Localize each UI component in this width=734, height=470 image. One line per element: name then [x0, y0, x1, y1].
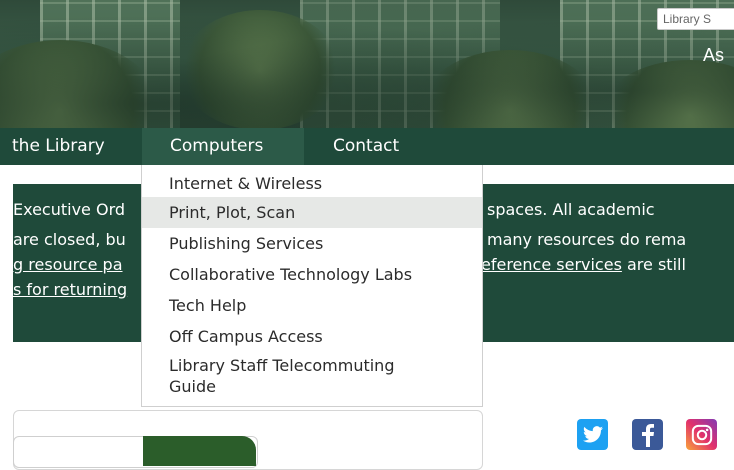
menu-item-staff-telecommuting-guide[interactable]: Guide: [142, 376, 482, 398]
notice-text: Executive Ord: [13, 200, 126, 219]
nav-item-contact[interactable]: Contact: [333, 128, 399, 165]
nav-item-computers[interactable]: Computers: [142, 128, 304, 165]
notice-text: are closed, bu: [13, 230, 126, 249]
menu-item-internet-wireless[interactable]: Internet & Wireless: [142, 170, 482, 197]
notice-text: spaces. All academic: [487, 200, 655, 219]
instagram-icon[interactable]: [686, 419, 717, 450]
menu-item-tech-help[interactable]: Tech Help: [142, 290, 482, 321]
nav-item-the-library[interactable]: the Library: [0, 128, 129, 165]
reference-services-link[interactable]: eference services: [481, 255, 622, 274]
menu-item-off-campus-access[interactable]: Off Campus Access: [142, 321, 482, 352]
notice-text: are still: [621, 255, 686, 274]
computers-dropdown-menu: Internet & Wireless Print, Plot, Scan Pu…: [141, 165, 483, 407]
search-button[interactable]: [143, 436, 256, 466]
notice-text: many resources do rema: [487, 230, 687, 249]
ask-link[interactable]: As: [703, 45, 724, 66]
resource-page-link[interactable]: g resource pa: [13, 255, 123, 274]
facebook-icon[interactable]: [632, 419, 663, 450]
twitter-icon[interactable]: [577, 419, 608, 450]
menu-item-staff-telecommuting[interactable]: Library Staff Telecommuting: [142, 355, 482, 377]
menu-item-collaborative-technology-labs[interactable]: Collaborative Technology Labs: [142, 259, 482, 290]
returning-link[interactable]: s for returning: [13, 280, 127, 299]
menu-item-publishing-services[interactable]: Publishing Services: [142, 228, 482, 259]
library-search-input[interactable]: Library S: [657, 8, 734, 30]
hero-banner: Library S As: [0, 0, 734, 130]
main-nav: the Library Computers Contact: [0, 128, 734, 165]
menu-item-print-plot-scan[interactable]: Print, Plot, Scan: [142, 197, 482, 228]
